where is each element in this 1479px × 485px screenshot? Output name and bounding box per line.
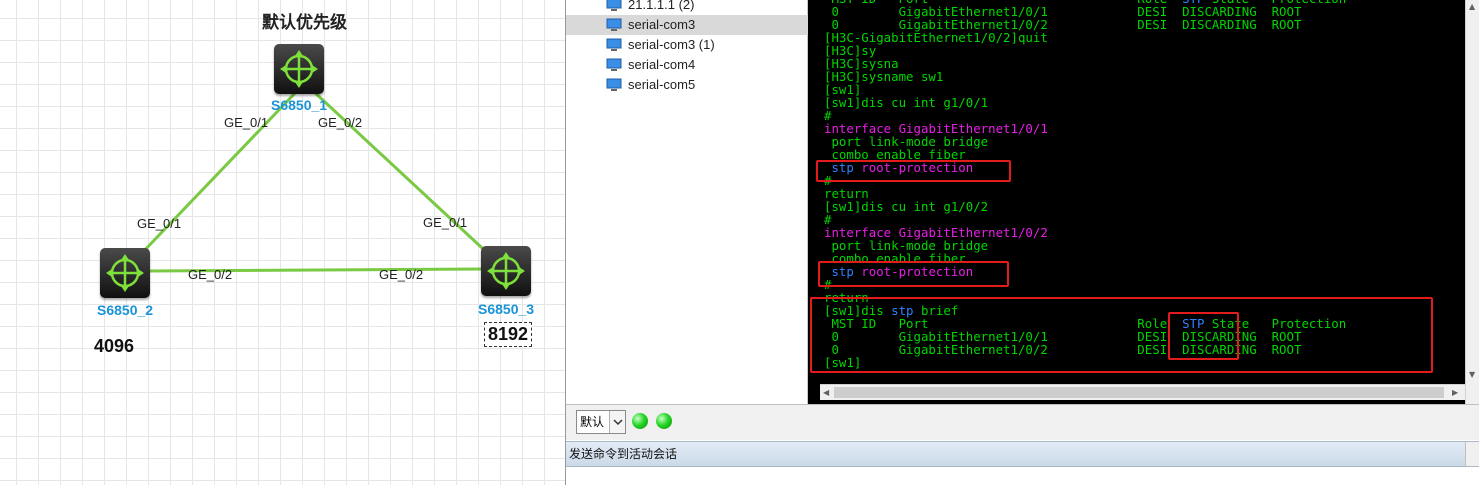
highlight-root-protection-2 — [818, 261, 1009, 287]
switch-s6850-2[interactable] — [100, 248, 150, 298]
status-light-icon[interactable] — [656, 413, 672, 429]
device-name-s6850-3: S6850_3 — [478, 301, 535, 317]
session-label: serial-com3 — [628, 17, 696, 32]
session-toolbar: 默认 — [566, 404, 1479, 440]
device-name-s6850-1: S6850_1 — [271, 97, 328, 113]
scroll-left-icon[interactable]: ◀ — [823, 388, 829, 397]
computer-icon — [606, 18, 622, 31]
port-label-s2-ge02: GE_0/2 — [188, 267, 233, 282]
terminal-line: [sw1]dis cu int g1/0/2 — [824, 200, 1346, 213]
port-label-s1-ge01: GE_0/1 — [224, 115, 269, 130]
computer-icon — [606, 38, 622, 51]
session-item[interactable]: serial-com5 — [566, 75, 808, 95]
terminal-vertical-scrollbar[interactable]: ▲ ▼ — [1465, 0, 1479, 404]
send-command-bar: 发送命令到活动会话 — [566, 441, 1479, 467]
switch-s6850-1[interactable] — [274, 44, 324, 94]
session-label: 21.1.1.1 (2) — [628, 0, 695, 12]
terminal-horizontal-scrollbar[interactable]: ◀ ▶ — [820, 384, 1465, 400]
command-input-area[interactable] — [566, 467, 1479, 485]
highlight-stp-brief — [810, 297, 1433, 373]
session-item-selected[interactable]: serial-com3 — [566, 15, 808, 35]
send-command-label: 发送命令到活动会话 — [569, 447, 678, 461]
chevron-down-icon[interactable] — [609, 411, 625, 433]
port-label-s3-ge02: GE_0/2 — [379, 267, 424, 282]
scroll-up-icon[interactable]: ▲ — [1469, 2, 1475, 11]
scrollbar-thumb[interactable] — [834, 387, 1444, 398]
session-item[interactable]: serial-com3 (1) — [566, 35, 808, 55]
terminal-segment: [sw1]dis cu int g1/0/2 — [824, 199, 989, 214]
sendbar-scrollbar[interactable] — [1465, 442, 1479, 466]
port-label-s1-ge02: GE_0/2 — [318, 115, 363, 130]
port-label-s2-ge01: GE_0/1 — [137, 216, 182, 231]
priority-s6850-3: 8192 — [484, 322, 533, 347]
computer-icon — [606, 58, 622, 71]
topology-canvas[interactable]: 默认优先级 S6850_1 S6850_2 4096 S6850_3 8192 … — [0, 0, 565, 485]
session-item[interactable]: serial-com4 — [566, 55, 808, 75]
session-label: serial-com4 — [628, 57, 696, 72]
scroll-down-icon[interactable]: ▼ — [1469, 370, 1475, 379]
topology-title: 默认优先级 — [262, 13, 347, 33]
status-light-icon[interactable] — [632, 413, 648, 429]
highlight-root-protection-1 — [816, 160, 1011, 182]
switch-s6850-3[interactable] — [481, 246, 531, 296]
switch-icon — [280, 50, 318, 88]
terminal-line: [sw1]dis cu int g1/0/1 — [824, 96, 1346, 109]
computer-icon — [606, 78, 622, 91]
computer-icon — [606, 0, 622, 11]
session-item[interactable]: 21.1.1.1 (2) — [566, 0, 808, 15]
priority-s6850-2: 4096 — [94, 336, 135, 356]
session-label: serial-com3 (1) — [628, 37, 715, 52]
session-list: 21.1.1.1 (2) serial-com3 serial-com3 (1)… — [566, 0, 808, 404]
mode-select-value: 默认 — [580, 415, 605, 429]
highlight-role-column — [1168, 312, 1239, 360]
port-label-s3-ge01: GE_0/1 — [423, 215, 468, 230]
terminal-line: [H3C]sysname sw1 — [824, 70, 1346, 83]
terminal-segment: [sw1]dis cu int g1/0/1 — [824, 95, 989, 110]
mode-select[interactable]: 默认 — [576, 410, 626, 434]
switch-icon — [487, 252, 525, 290]
scroll-right-icon[interactable]: ▶ — [1452, 388, 1458, 397]
session-label: serial-com5 — [628, 77, 696, 92]
device-name-s6850-2: S6850_2 — [97, 302, 154, 318]
terminal-line: [H3C-GigabitEthernet1/0/2]quit — [824, 31, 1346, 44]
terminal-line: [H3C]sy — [824, 44, 1346, 57]
switch-icon — [106, 254, 144, 292]
